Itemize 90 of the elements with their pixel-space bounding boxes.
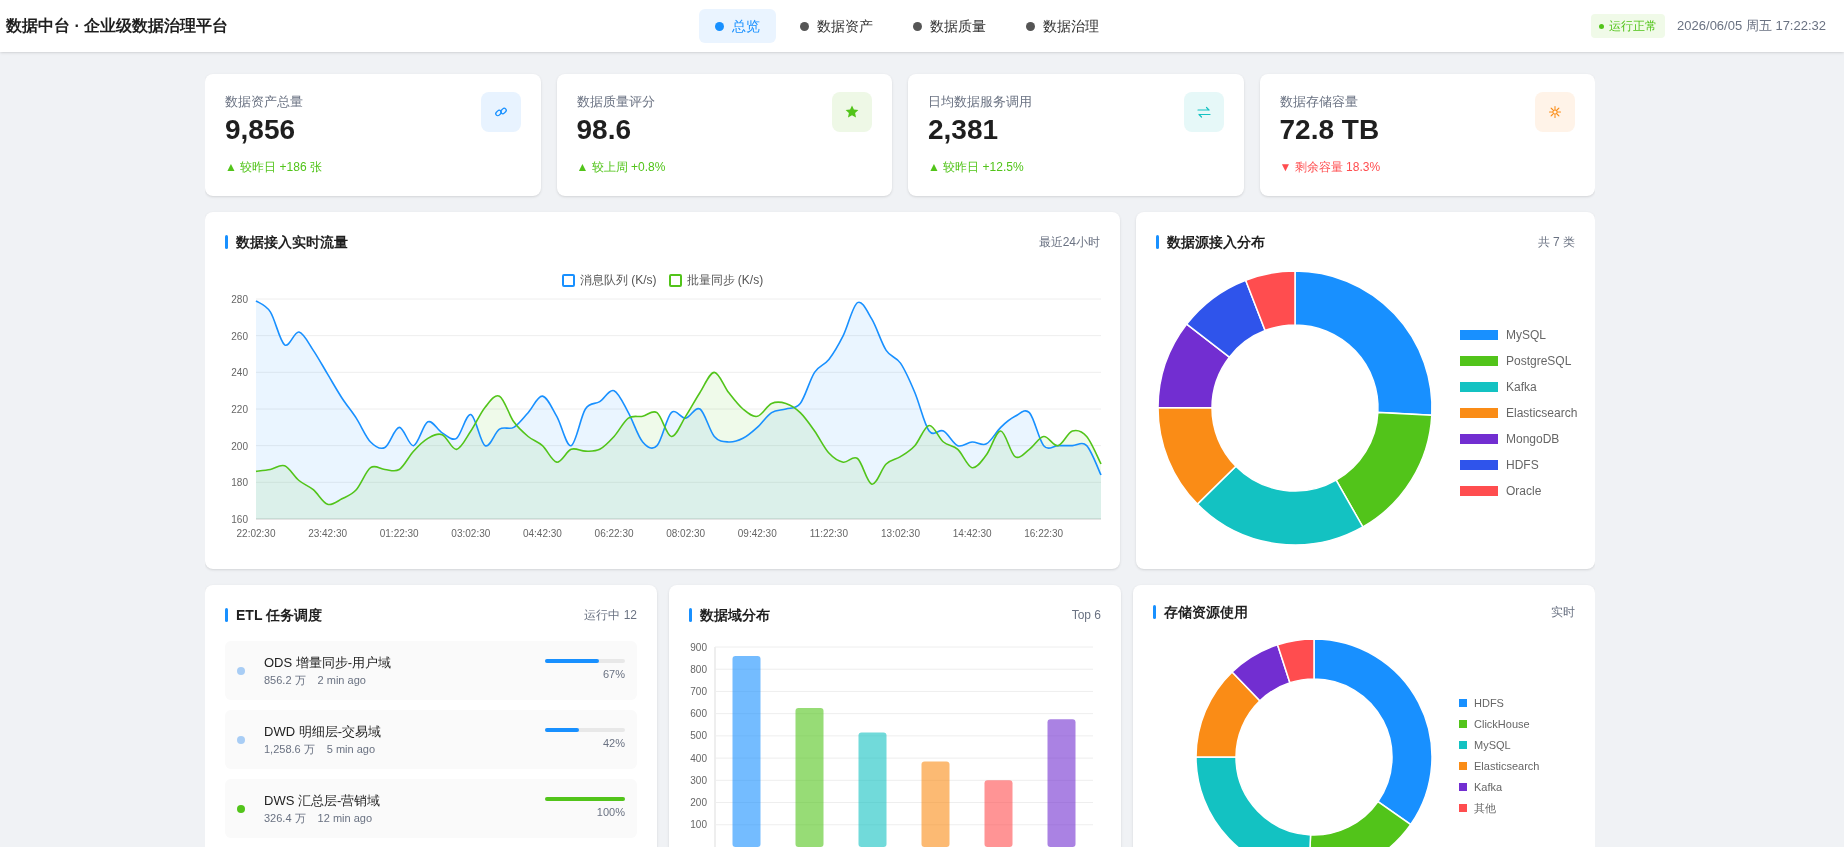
card-title: 数据接入实时流量 (236, 232, 348, 252)
legend-label: MongoDB (1506, 431, 1560, 448)
card-title: 数据源接入分布 (1167, 232, 1265, 252)
stat-label: 数据质量评分 (576, 93, 656, 111)
task-row[interactable]: DWS 汇总层-营销域 326.4 万 12 min ago 100% (225, 779, 637, 838)
card-note: Top 6 (1071, 607, 1101, 624)
axis-label: 700 (690, 685, 707, 697)
axis-label: 09:42:30 (737, 528, 777, 539)
axis-label: 23:42:30 (308, 528, 348, 539)
stat-value: 98.6 (576, 112, 632, 147)
card-title: 存储资源使用 (1164, 602, 1248, 622)
stat-value: 2,381 (928, 112, 1000, 147)
card-title: 数据域分布 (700, 605, 770, 625)
axis-label: 08:02:30 (666, 528, 706, 539)
task-row[interactable]: ODS 增量同步-用户域 856.2 万 2 min ago 67% (225, 641, 637, 700)
stat-value: 9,856 (225, 112, 297, 147)
axis-label: 03:02:30 (451, 528, 491, 539)
nav-tab[interactable]: 数据质量 (897, 9, 1002, 43)
task-time: 2 min ago (317, 673, 366, 688)
card-note: 实时 (1551, 604, 1575, 621)
axis-label: 06:22:30 (594, 528, 634, 539)
legend-label: ClickHouse (1474, 716, 1530, 732)
task-name: ODS 增量同步-用户域 (264, 653, 393, 672)
legend-label: Elasticsearch (1506, 405, 1578, 422)
legend-label: Kafka (1474, 779, 1503, 795)
axis-label: 600 (690, 708, 707, 720)
axis-label: 220 (231, 404, 248, 415)
task-row[interactable]: DWD 明细层-交易域 1,258.6 万 5 min ago 42% (225, 710, 637, 769)
stat-label: 日均数据服务调用 (928, 93, 1032, 111)
nav-tab[interactable]: 数据资产 (784, 9, 889, 43)
progress-percent: 42% (602, 735, 625, 751)
axis-label: 11:22:30 (809, 528, 848, 539)
progress-percent: 100% (596, 804, 625, 820)
stat-label: 数据存储容量 (1279, 93, 1359, 111)
task-time: 12 min ago (317, 811, 373, 826)
axis-label: 400 (690, 752, 707, 764)
axis-label: 280 (231, 294, 248, 305)
progress-percent: 67% (602, 666, 625, 682)
bar (984, 780, 1013, 847)
legend-item: 消息队列 (K/s) (561, 271, 657, 289)
axis-label: 180 (231, 477, 248, 489)
axis-label: 160 (231, 514, 248, 525)
axis-label: 240 (231, 367, 248, 379)
axis-label: 04:42:30 (522, 528, 562, 539)
stat-change: ▲ 较昨日 +12.5% (928, 158, 1025, 176)
axis-label: 300 (690, 774, 707, 786)
stat-value: 72.8 TB (1279, 112, 1381, 147)
legend-label: Oracle (1506, 483, 1542, 500)
legend-label: PostgreSQL (1506, 353, 1572, 370)
axis-label: 200 (231, 440, 248, 452)
axis-label: 16:22:30 (1024, 528, 1064, 539)
legend-label: MySQL (1474, 737, 1511, 753)
sun-icon (1535, 92, 1575, 132)
axis-label: 900 (690, 641, 707, 653)
stat-label: 数据资产总量 (225, 93, 304, 111)
stat-change: ▲ 较昨日 +186 张 (225, 158, 322, 176)
status-badge: 运行正常 (1591, 14, 1666, 38)
axis-label: 14:42:30 (952, 528, 992, 539)
task-volume: 326.4 万 (264, 811, 306, 826)
task-name: DWD 明细层-交易域 (264, 722, 382, 741)
task-time: 5 min ago (326, 742, 376, 757)
axis-label: 13:02:30 (881, 528, 920, 539)
datetime: 2026/06/05 周五 17:22:32 (1677, 17, 1826, 36)
card-note: 共 7 类 (1537, 234, 1575, 251)
legend-label: HDFS (1474, 695, 1504, 711)
task-volume: 1,258.6 万 (264, 742, 315, 757)
axis-label: 22:02:30 (236, 528, 276, 539)
legend-label: HDFS (1506, 457, 1539, 474)
swap-arrows-icon (1183, 92, 1224, 132)
task-name: DWS 汇总层-营销域 (264, 791, 382, 810)
stat-change: ▲ 较上周 +0.8% (576, 158, 666, 176)
axis-label: 01:22:30 (379, 528, 419, 539)
axis-label: 500 (690, 730, 707, 742)
legend-label: Elasticsearch (1474, 758, 1540, 774)
axis-label: 260 (231, 330, 248, 342)
axis-label: 200 (690, 797, 707, 809)
stat-change: ▼ 剩余容量 18.3% (1279, 158, 1381, 176)
legend-label: Kafka (1506, 379, 1537, 396)
card-title: ETL 任务调度 (236, 605, 323, 625)
link-icon (480, 92, 521, 132)
nav-tab[interactable]: 数据治理 (1010, 9, 1115, 43)
axis-label: 100 (690, 819, 707, 831)
card-note: 运行中 12 (584, 607, 637, 624)
axis-label: 800 (690, 663, 707, 675)
app-title: 数据中台 · 企业级数据治理平台 (6, 16, 229, 36)
legend-label: MySQL (1506, 327, 1546, 344)
task-volume: 856.2 万 (264, 673, 306, 688)
legend-label: 其他 (1474, 800, 1496, 816)
card-note: 最近24小时 (1038, 234, 1100, 251)
legend-item: 批量同步 (K/s) (668, 271, 764, 289)
